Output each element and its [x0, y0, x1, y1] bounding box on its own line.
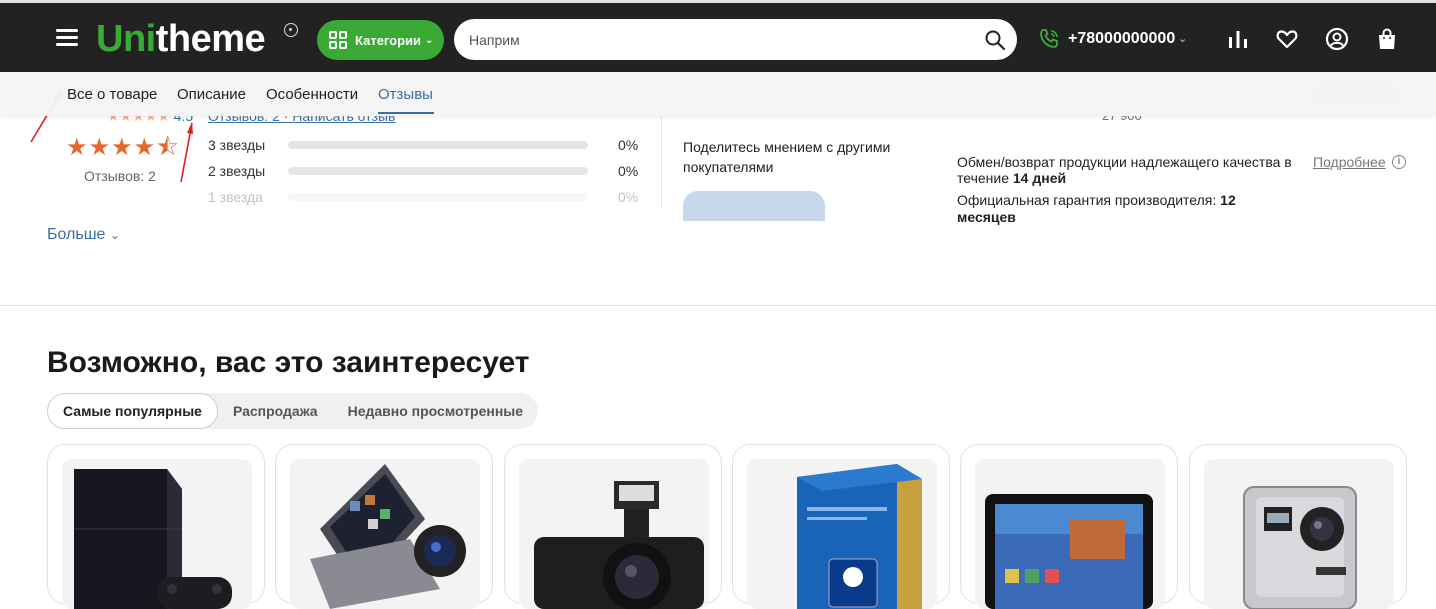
- product-card[interactable]: [504, 444, 722, 609]
- search-bar: [454, 19, 1017, 60]
- more-details-link[interactable]: Подробнее: [1313, 154, 1386, 170]
- site-header: Unitheme Категории ⌄ +78000000000 ⌄: [0, 0, 1436, 72]
- tab-all-about-product[interactable]: Все о товаре: [67, 86, 157, 103]
- rating-bar-percent: 0%: [618, 189, 639, 205]
- product-image: [975, 459, 1165, 609]
- share-opinion-text: Поделитесь мнением с другими покупателям…: [683, 139, 891, 175]
- search-input[interactable]: [469, 19, 969, 60]
- rating-bar-track: [288, 167, 588, 175]
- recommendations-title: Возможно, вас это заинтересует: [47, 346, 530, 379]
- rating-bar-label: 3 звезды: [208, 137, 266, 153]
- heart-icon[interactable]: [1275, 27, 1299, 51]
- more-reviews-toggle[interactable]: Больше ⌄: [47, 226, 120, 244]
- tab-reviews[interactable]: Отзывы: [378, 86, 433, 103]
- product-image: [1204, 459, 1394, 609]
- warranty-info: Официальная гарантия производителя: 12 м…: [957, 192, 1236, 225]
- product-image: [62, 459, 252, 609]
- mirrorless-camera-icon: [534, 481, 704, 609]
- shopping-bag-icon[interactable]: [1375, 27, 1399, 51]
- rating-bar-row: 1 звезда 0%: [208, 189, 648, 215]
- write-review-button[interactable]: [683, 191, 825, 221]
- rating-bar-label: 2 звезды: [208, 163, 266, 179]
- recommendation-filter: Самые популярные Распродажа Недавно прос…: [47, 393, 539, 429]
- rating-bar-row: 3 звезды 0%: [208, 137, 648, 163]
- compare-icon[interactable]: [1226, 27, 1250, 51]
- rating-bar-track: [288, 193, 588, 201]
- chevron-down-icon[interactable]: ⌄: [1178, 32, 1187, 45]
- logo-badge-icon: [284, 23, 298, 37]
- product-card[interactable]: [960, 444, 1178, 609]
- rating-distribution: 3 звезды 0% 2 звезды 0% 1 звезда 0%: [208, 137, 648, 215]
- tab-description[interactable]: Описание: [177, 86, 246, 103]
- review-count: Отзывов: 2: [84, 168, 156, 184]
- categories-button[interactable]: Категории ⌄: [317, 20, 444, 60]
- rating-bar-track: [288, 141, 588, 149]
- info-icon[interactable]: i: [1392, 155, 1406, 169]
- product-card[interactable]: [275, 444, 493, 609]
- rating-bar-row: 2 звезды 0%: [208, 163, 648, 189]
- menu-icon[interactable]: [56, 29, 78, 47]
- chevron-down-icon: ⌄: [425, 34, 434, 46]
- action-camera-icon: [1243, 486, 1357, 609]
- search-icon[interactable]: [985, 30, 1005, 50]
- rating-bar-percent: 0%: [618, 163, 639, 179]
- product-tabs: Все о товаре Описание Особенности Отзывы: [0, 72, 1436, 116]
- product-image: [747, 459, 937, 609]
- section-divider: [0, 305, 1436, 306]
- processor-box-icon: [797, 464, 922, 609]
- grid-icon: [329, 31, 347, 49]
- product-image: [519, 459, 709, 609]
- rating-bar-percent: 0%: [618, 137, 639, 153]
- product-card[interactable]: [47, 444, 265, 609]
- product-card[interactable]: [1189, 444, 1407, 609]
- return-policy: Обмен/возврат продукции надлежащего каче…: [957, 154, 1292, 186]
- segment-sale[interactable]: Распродажа: [218, 393, 333, 429]
- phone-icon: [1040, 29, 1058, 48]
- flip-camera-icon: [310, 464, 466, 609]
- product-image: [290, 459, 480, 609]
- rating-bar-label: 1 звезда: [208, 189, 263, 205]
- tab-features[interactable]: Особенности: [266, 86, 358, 103]
- active-tab-indicator: [378, 112, 434, 114]
- segment-popular[interactable]: Самые популярные: [47, 393, 218, 429]
- phone-number[interactable]: +78000000000: [1068, 30, 1175, 48]
- product-card[interactable]: [732, 444, 950, 609]
- tablet-icon: [985, 494, 1153, 609]
- chevron-down-icon: ⌄: [109, 228, 120, 242]
- categories-label: Категории: [355, 32, 422, 48]
- game-console-icon: [74, 469, 232, 609]
- site-logo[interactable]: Unitheme: [96, 17, 266, 61]
- divider: [661, 112, 662, 208]
- segment-recently-viewed[interactable]: Недавно просмотренные: [333, 393, 538, 429]
- user-icon[interactable]: [1325, 27, 1349, 51]
- rating-stars: ★★★★⯪: [66, 134, 180, 161]
